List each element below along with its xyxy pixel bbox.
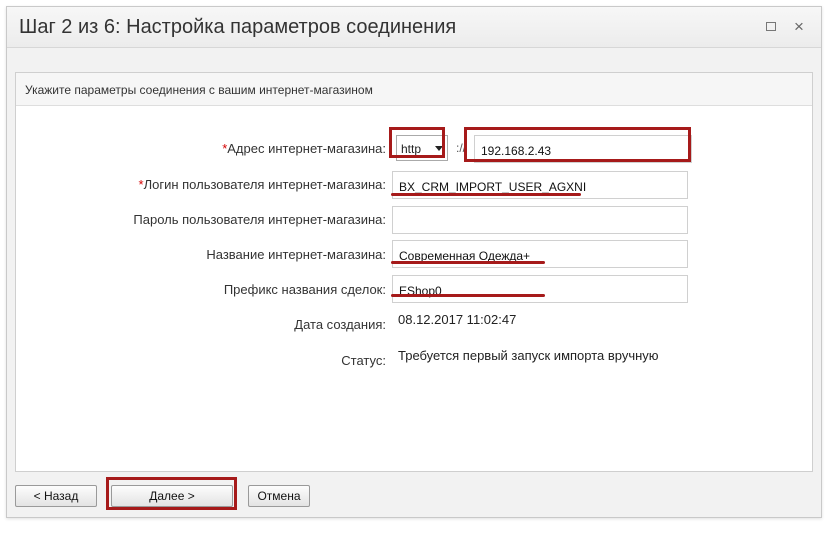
form-panel: Укажите параметры соединения с вашим инт… — [15, 72, 813, 472]
created-label: Дата создания: — [294, 317, 386, 332]
status-row: Статус: Требуется первый запуск импорта … — [16, 345, 812, 377]
prefix-row: Префикс названия сделок: EShop0 — [16, 274, 812, 306]
restore-icon[interactable] — [763, 19, 779, 35]
created-value: 08.12.2017 11:02:47 — [398, 312, 517, 327]
dialog-titlebar: Шаг 2 из 6: Настройка параметров соедине… — [7, 7, 821, 48]
status-label: Статус: — [341, 353, 386, 368]
back-button[interactable]: < Назад — [15, 485, 97, 507]
login-row: *Логин пользователя интернет-магазина: B… — [16, 169, 812, 201]
next-button[interactable]: Далее > — [111, 485, 233, 507]
protocol-separator: :// — [456, 141, 467, 155]
close-icon[interactable]: × — [791, 18, 807, 35]
protocol-value: http — [401, 142, 422, 156]
address-row: *Адрес интернет-магазина: http :// 192.1… — [16, 133, 812, 165]
password-input[interactable] — [392, 206, 688, 234]
shop-name-label: Название интернет-магазина: — [206, 247, 386, 262]
password-row: Пароль пользователя интернет-магазина: — [16, 204, 812, 236]
login-label: *Логин пользователя интернет-магазина: — [139, 177, 386, 192]
prefix-label: Префикс названия сделок: — [223, 282, 386, 297]
form-intro: Укажите параметры соединения с вашим инт… — [25, 83, 373, 97]
form-header: Укажите параметры соединения с вашим инт… — [16, 73, 812, 106]
address-label-text: Адрес интернет-магазина: — [227, 141, 386, 156]
cancel-button[interactable]: Отмена — [248, 485, 310, 507]
chevron-down-icon — [435, 146, 443, 151]
status-value: Требуется первый запуск импорта вручную — [398, 348, 659, 363]
password-label: Пароль пользователя интернет-магазина: — [133, 212, 386, 227]
protocol-select[interactable]: http — [396, 135, 448, 161]
login-label-text: Логин пользователя интернет-магазина: — [143, 177, 386, 192]
wizard-dialog: Шаг 2 из 6: Настройка параметров соедине… — [6, 6, 822, 518]
login-input[interactable]: BX_CRM_IMPORT_USER_AGXNI — [392, 171, 688, 199]
dialog-title: Шаг 2 из 6: Настройка параметров соедине… — [19, 16, 457, 38]
shop-name-row: Название интернет-магазина: Современная … — [16, 239, 812, 271]
address-label: *Адрес интернет-магазина: — [222, 141, 386, 156]
prefix-input[interactable]: EShop0 — [392, 275, 688, 303]
shop-name-input[interactable]: Современная Одежда+ — [392, 240, 688, 268]
host-input[interactable]: 192.168.2.43 — [474, 135, 692, 163]
created-row: Дата создания: 08.12.2017 11:02:47 — [16, 309, 812, 341]
